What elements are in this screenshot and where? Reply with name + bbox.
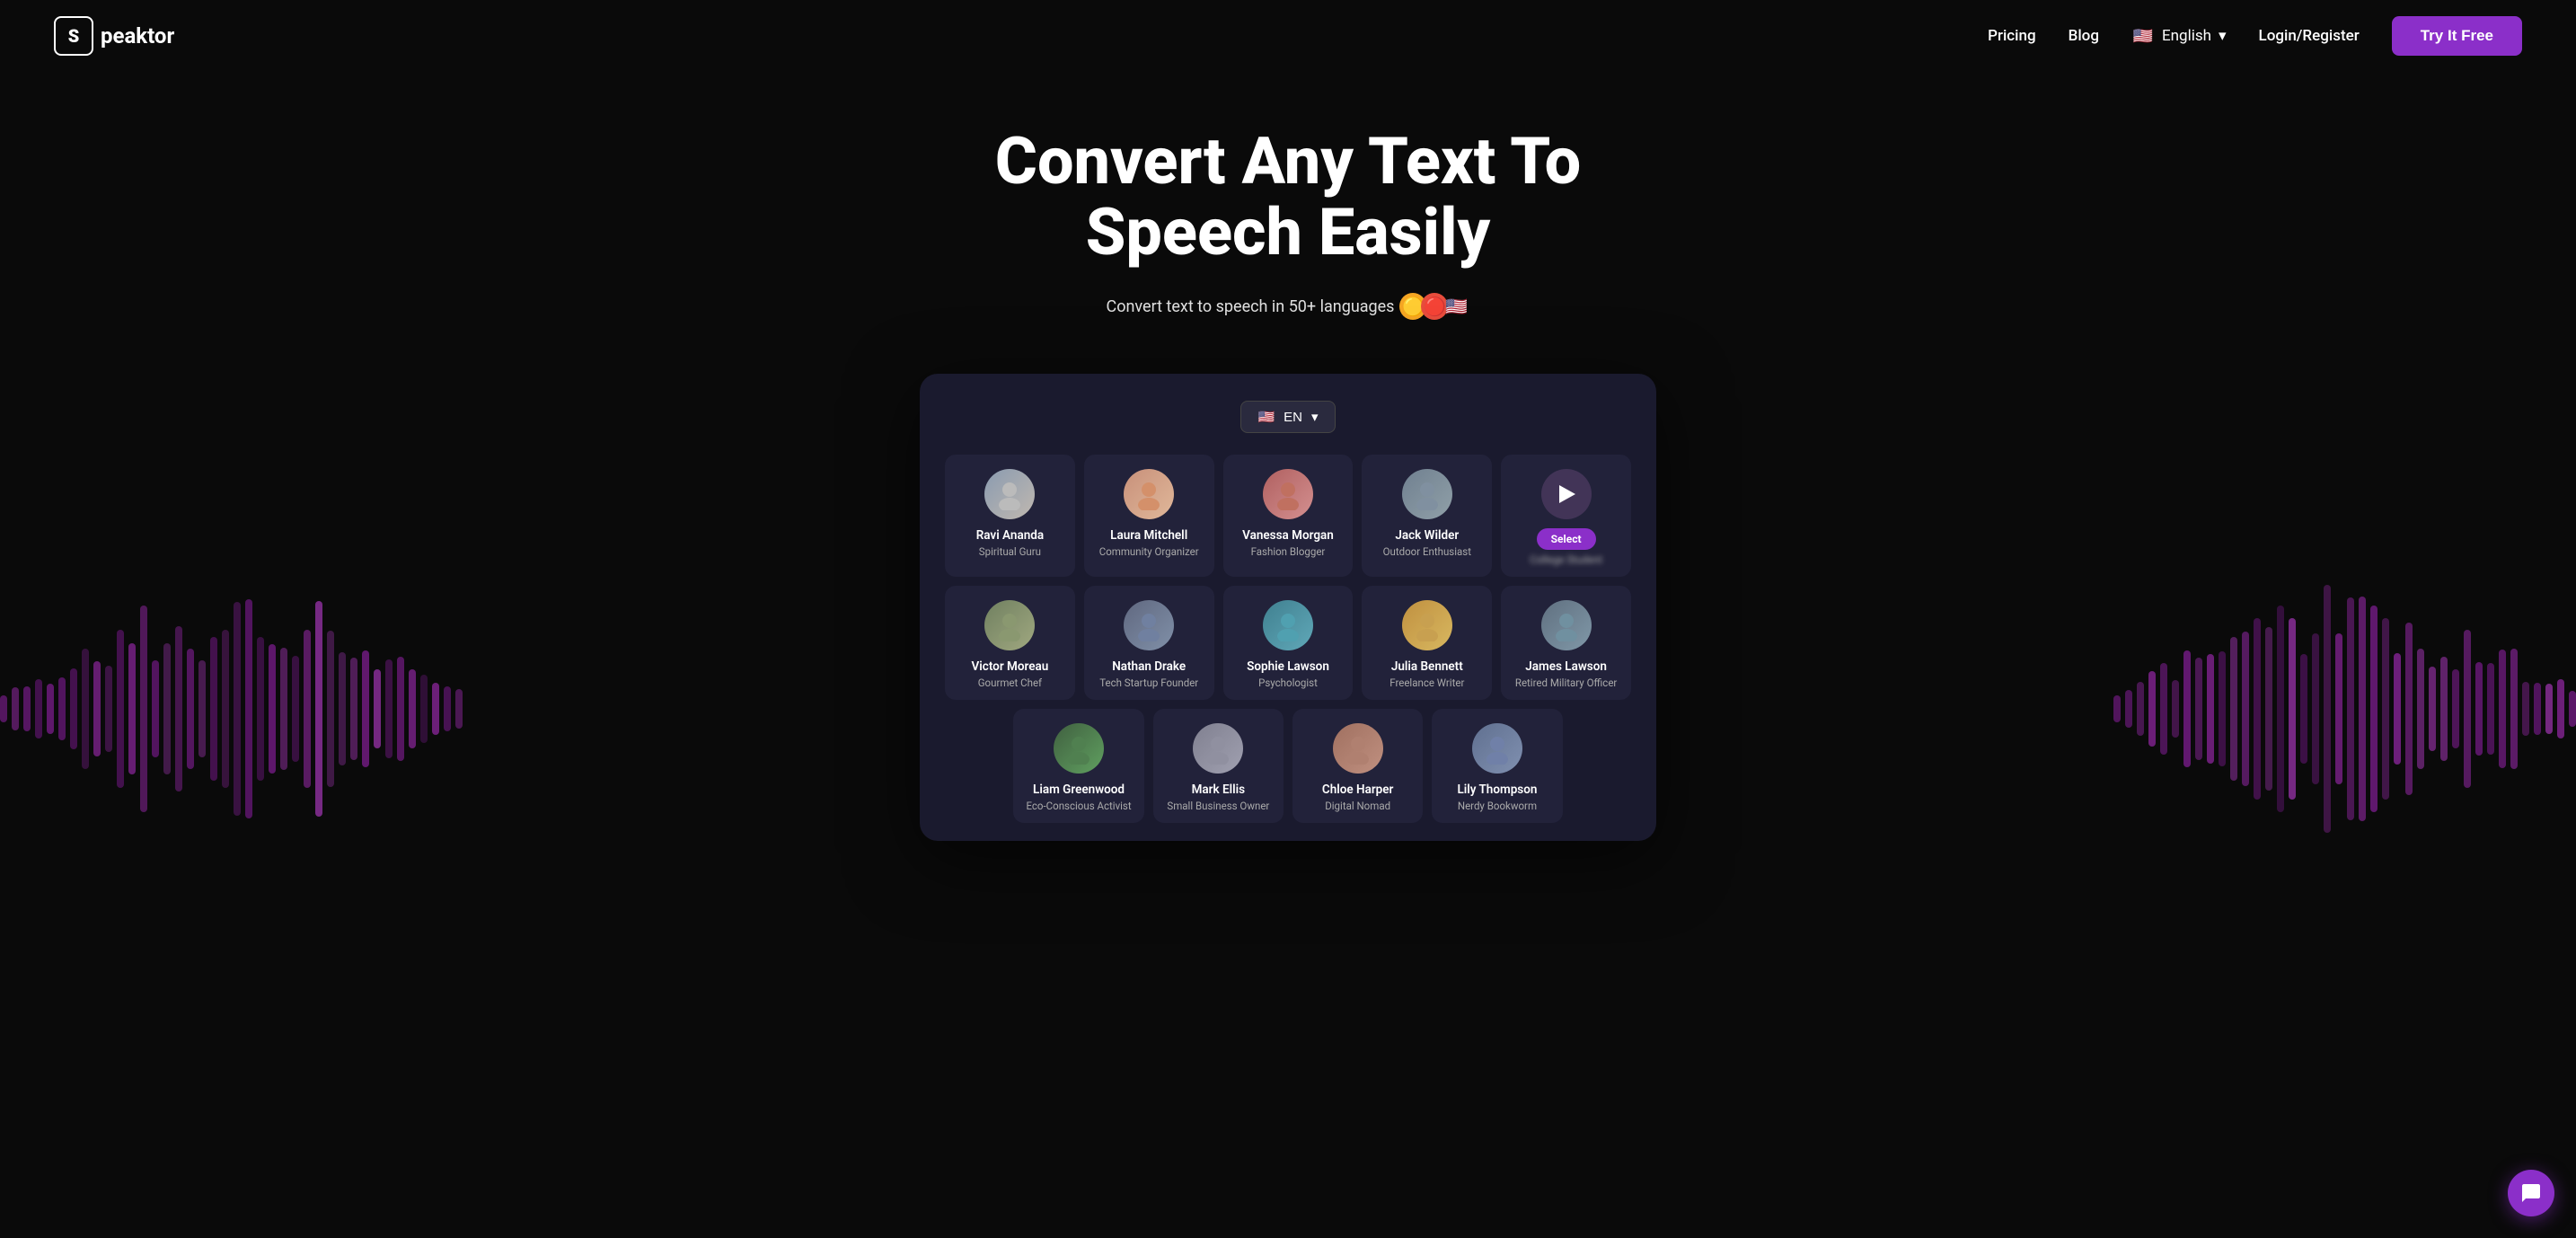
voice-card-lily[interactable]: Lily Thompson Nerdy Bookworm	[1432, 709, 1562, 823]
avatar-julia	[1402, 600, 1452, 650]
avatar-mark	[1193, 723, 1243, 774]
try-free-button[interactable]: Try It Free	[2392, 16, 2522, 56]
card-lang-chevron: ▾	[1311, 409, 1319, 425]
blog-link[interactable]: Blog	[2069, 27, 2099, 45]
play-icon	[1559, 485, 1575, 503]
chevron-down-icon: ▾	[2219, 27, 2227, 45]
logo-icon: S	[54, 16, 93, 56]
avatar-sophie	[1263, 600, 1313, 650]
voice-role-mark: Small Business Owner	[1162, 800, 1275, 812]
voice-role-ravi: Spiritual Guru	[954, 545, 1066, 558]
voice-card-chloe[interactable]: Chloe Harper Digital Nomad	[1292, 709, 1423, 823]
voice-card-julia[interactable]: Julia Bennett Freelance Writer	[1362, 586, 1492, 700]
voice-name-lily: Lily Thompson	[1441, 783, 1553, 797]
select-badge: Select	[1537, 528, 1596, 550]
flag-icon: 🇺🇸	[2131, 24, 2155, 48]
play-button[interactable]	[1541, 469, 1592, 519]
voice-name-laura: Laura Mitchell	[1093, 528, 1205, 543]
language-flags: 🟡 🔴 🇺🇸	[1405, 293, 1469, 320]
flag-us: 🇺🇸	[1442, 293, 1469, 320]
voice-role-select: College Student	[1530, 553, 1602, 566]
voice-name-victor: Victor Moreau	[954, 659, 1066, 674]
voice-name-jack: Jack Wilder	[1371, 528, 1483, 543]
voice-card-liam[interactable]: Liam Greenwood Eco-Conscious Activist	[1013, 709, 1143, 823]
avatar-laura	[1124, 469, 1174, 519]
voice-role-vanessa: Fashion Blogger	[1232, 545, 1345, 558]
card-flag: 🇺🇸	[1257, 409, 1275, 425]
voice-card-jack[interactable]: Jack Wilder Outdoor Enthusiast	[1362, 455, 1492, 577]
voice-card-victor[interactable]: Victor Moreau Gourmet Chef	[945, 586, 1075, 700]
hero-section: Convert Any Text To Speech Easily Conver…	[0, 72, 2576, 374]
hero-title: Convert Any Text To Speech Easily	[884, 126, 1692, 268]
app-card-wrapper: 🇺🇸 EN ▾ Ravi Ananda Spiritual Guru Laura…	[0, 374, 2576, 895]
chat-bubble[interactable]	[2508, 1170, 2554, 1216]
voice-name-chloe: Chloe Harper	[1301, 783, 1414, 797]
voice-name-james: James Lawson	[1510, 659, 1622, 674]
card-lang-code: EN	[1284, 410, 1302, 425]
voice-role-james: Retired Military Officer	[1510, 676, 1622, 689]
voice-card-james[interactable]: James Lawson Retired Military Officer	[1501, 586, 1631, 700]
logo[interactable]: S peaktor	[54, 16, 174, 56]
voice-grid-row3: Liam Greenwood Eco-Conscious Activist Ma…	[1013, 709, 1562, 823]
hero-subtitle: Convert text to speech in 50+ languages …	[18, 293, 2558, 320]
avatar-victor	[984, 600, 1035, 650]
voice-grid-row1: Ravi Ananda Spiritual Guru Laura Mitchel…	[945, 455, 1631, 577]
voice-role-liam: Eco-Conscious Activist	[1022, 800, 1134, 812]
app-card: 🇺🇸 EN ▾ Ravi Ananda Spiritual Guru Laura…	[920, 374, 1656, 841]
card-language-selector: 🇺🇸 EN ▾	[945, 401, 1631, 433]
avatar-jack	[1402, 469, 1452, 519]
voice-name-sophie: Sophie Lawson	[1232, 659, 1345, 674]
avatar-james	[1541, 600, 1592, 650]
avatar-liam	[1054, 723, 1104, 774]
voice-role-nathan: Tech Startup Founder	[1093, 676, 1205, 689]
voice-role-jack: Outdoor Enthusiast	[1371, 545, 1483, 558]
avatar-nathan	[1124, 600, 1174, 650]
voice-card-select[interactable]: Select College Student	[1501, 455, 1631, 577]
voice-card-laura[interactable]: Laura Mitchell Community Organizer	[1084, 455, 1214, 577]
avatar-ravi	[984, 469, 1035, 519]
language-label: English	[2162, 27, 2211, 45]
voice-name-vanessa: Vanessa Morgan	[1232, 528, 1345, 543]
voice-card-nathan[interactable]: Nathan Drake Tech Startup Founder	[1084, 586, 1214, 700]
voice-name-mark: Mark Ellis	[1162, 783, 1275, 797]
voice-card-vanessa[interactable]: Vanessa Morgan Fashion Blogger	[1223, 455, 1354, 577]
login-register-link[interactable]: Login/Register	[2259, 27, 2360, 45]
avatar-vanessa	[1263, 469, 1313, 519]
voice-name-julia: Julia Bennett	[1371, 659, 1483, 674]
voice-role-lily: Nerdy Bookworm	[1441, 800, 1553, 812]
voice-name-nathan: Nathan Drake	[1093, 659, 1205, 674]
logo-text: peaktor	[101, 23, 174, 49]
nav-right: Pricing Blog 🇺🇸 English ▾ Login/Register…	[1988, 16, 2522, 56]
voice-grid-row2: Victor Moreau Gourmet Chef Nathan Drake …	[945, 586, 1631, 700]
card-lang-button[interactable]: 🇺🇸 EN ▾	[1240, 401, 1335, 433]
avatar-chloe	[1333, 723, 1383, 774]
voice-role-chloe: Digital Nomad	[1301, 800, 1414, 812]
voice-name-liam: Liam Greenwood	[1022, 783, 1134, 797]
voice-role-sophie: Psychologist	[1232, 676, 1345, 689]
navbar: S peaktor Pricing Blog 🇺🇸 English ▾ Logi…	[0, 0, 2576, 72]
avatar-lily	[1472, 723, 1522, 774]
voice-role-laura: Community Organizer	[1093, 545, 1205, 558]
voice-card-sophie[interactable]: Sophie Lawson Psychologist	[1223, 586, 1354, 700]
voice-card-mark[interactable]: Mark Ellis Small Business Owner	[1153, 709, 1284, 823]
language-selector[interactable]: 🇺🇸 English ▾	[2131, 24, 2227, 48]
chat-icon	[2520, 1182, 2542, 1204]
voice-name-ravi: Ravi Ananda	[954, 528, 1066, 543]
voice-role-julia: Freelance Writer	[1371, 676, 1483, 689]
voice-card-ravi[interactable]: Ravi Ananda Spiritual Guru	[945, 455, 1075, 577]
voice-role-victor: Gourmet Chef	[954, 676, 1066, 689]
pricing-link[interactable]: Pricing	[1988, 27, 2036, 45]
